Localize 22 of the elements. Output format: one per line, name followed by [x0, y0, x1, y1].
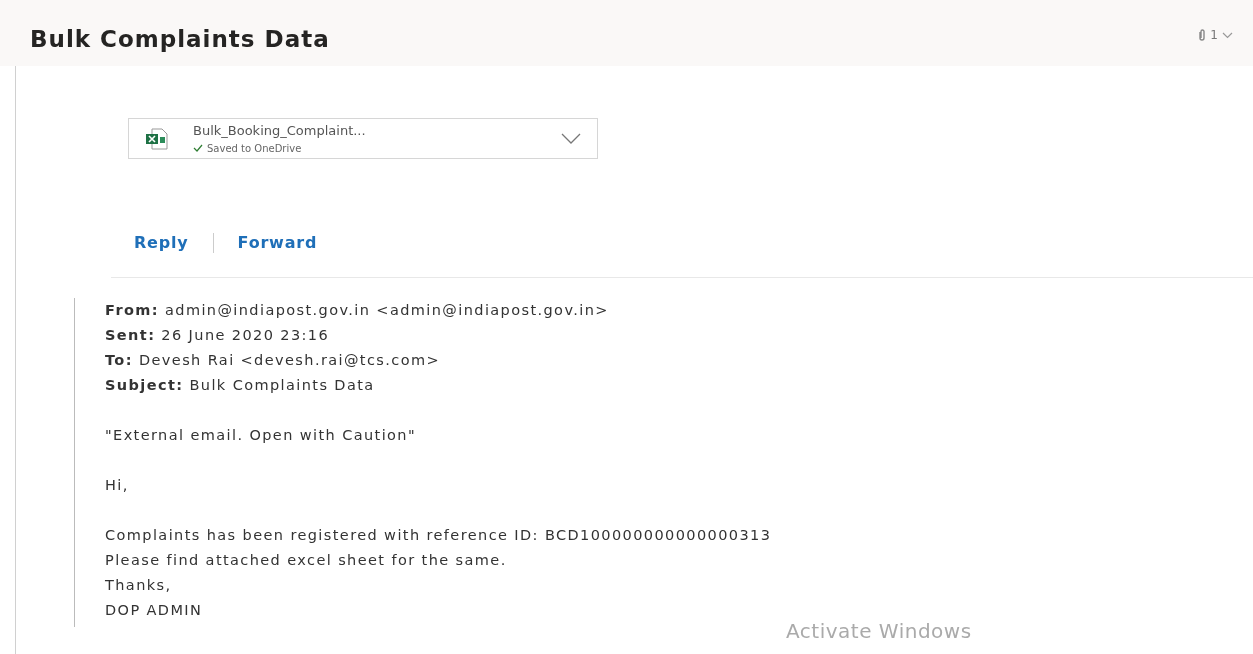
checkmark-icon: [193, 144, 203, 153]
paperclip-icon[interactable]: [1198, 26, 1207, 44]
header-line: To: Devesh Rai <devesh.rai@tcs.com>: [105, 351, 441, 370]
save-status: Saved to OneDrive: [207, 141, 302, 156]
spreadsheet-file-icon: [145, 126, 169, 151]
header-line: From: admin@indiapost.gov.in <admin@indiapost.gov.in>: [105, 301, 610, 320]
email-subject: Bulk Complaints Data: [30, 25, 330, 54]
file-name: Bulk_Booking_Complaint...: [193, 122, 367, 141]
chevron-icon[interactable]: [561, 133, 581, 144]
body-text: DOP ADMIN: [105, 601, 204, 620]
header-line: Sent: 26 June 2020 23:16: [105, 326, 331, 345]
body-text: Hi,: [105, 476, 130, 495]
body-text: Thanks,: [105, 576, 173, 595]
body-text: Complaints has been registered with reference ID: BCD100000000000000313: [105, 526, 773, 545]
activation-notice: Activate Windows: [786, 618, 972, 645]
forward-button[interactable]: Forward: [237, 231, 318, 255]
header-line: Subject: Bulk Complaints Data: [105, 376, 376, 395]
body-text: Please find attached excel sheet for the same.: [105, 551, 508, 570]
body-text: "External email. Open with Caution": [105, 426, 417, 445]
attachment-card[interactable]: Bulk_Booking_Complaint... Saved to OneDrive: [128, 118, 598, 159]
attachment-count: 1: [1210, 27, 1218, 44]
reply-button[interactable]: Reply: [134, 231, 189, 255]
